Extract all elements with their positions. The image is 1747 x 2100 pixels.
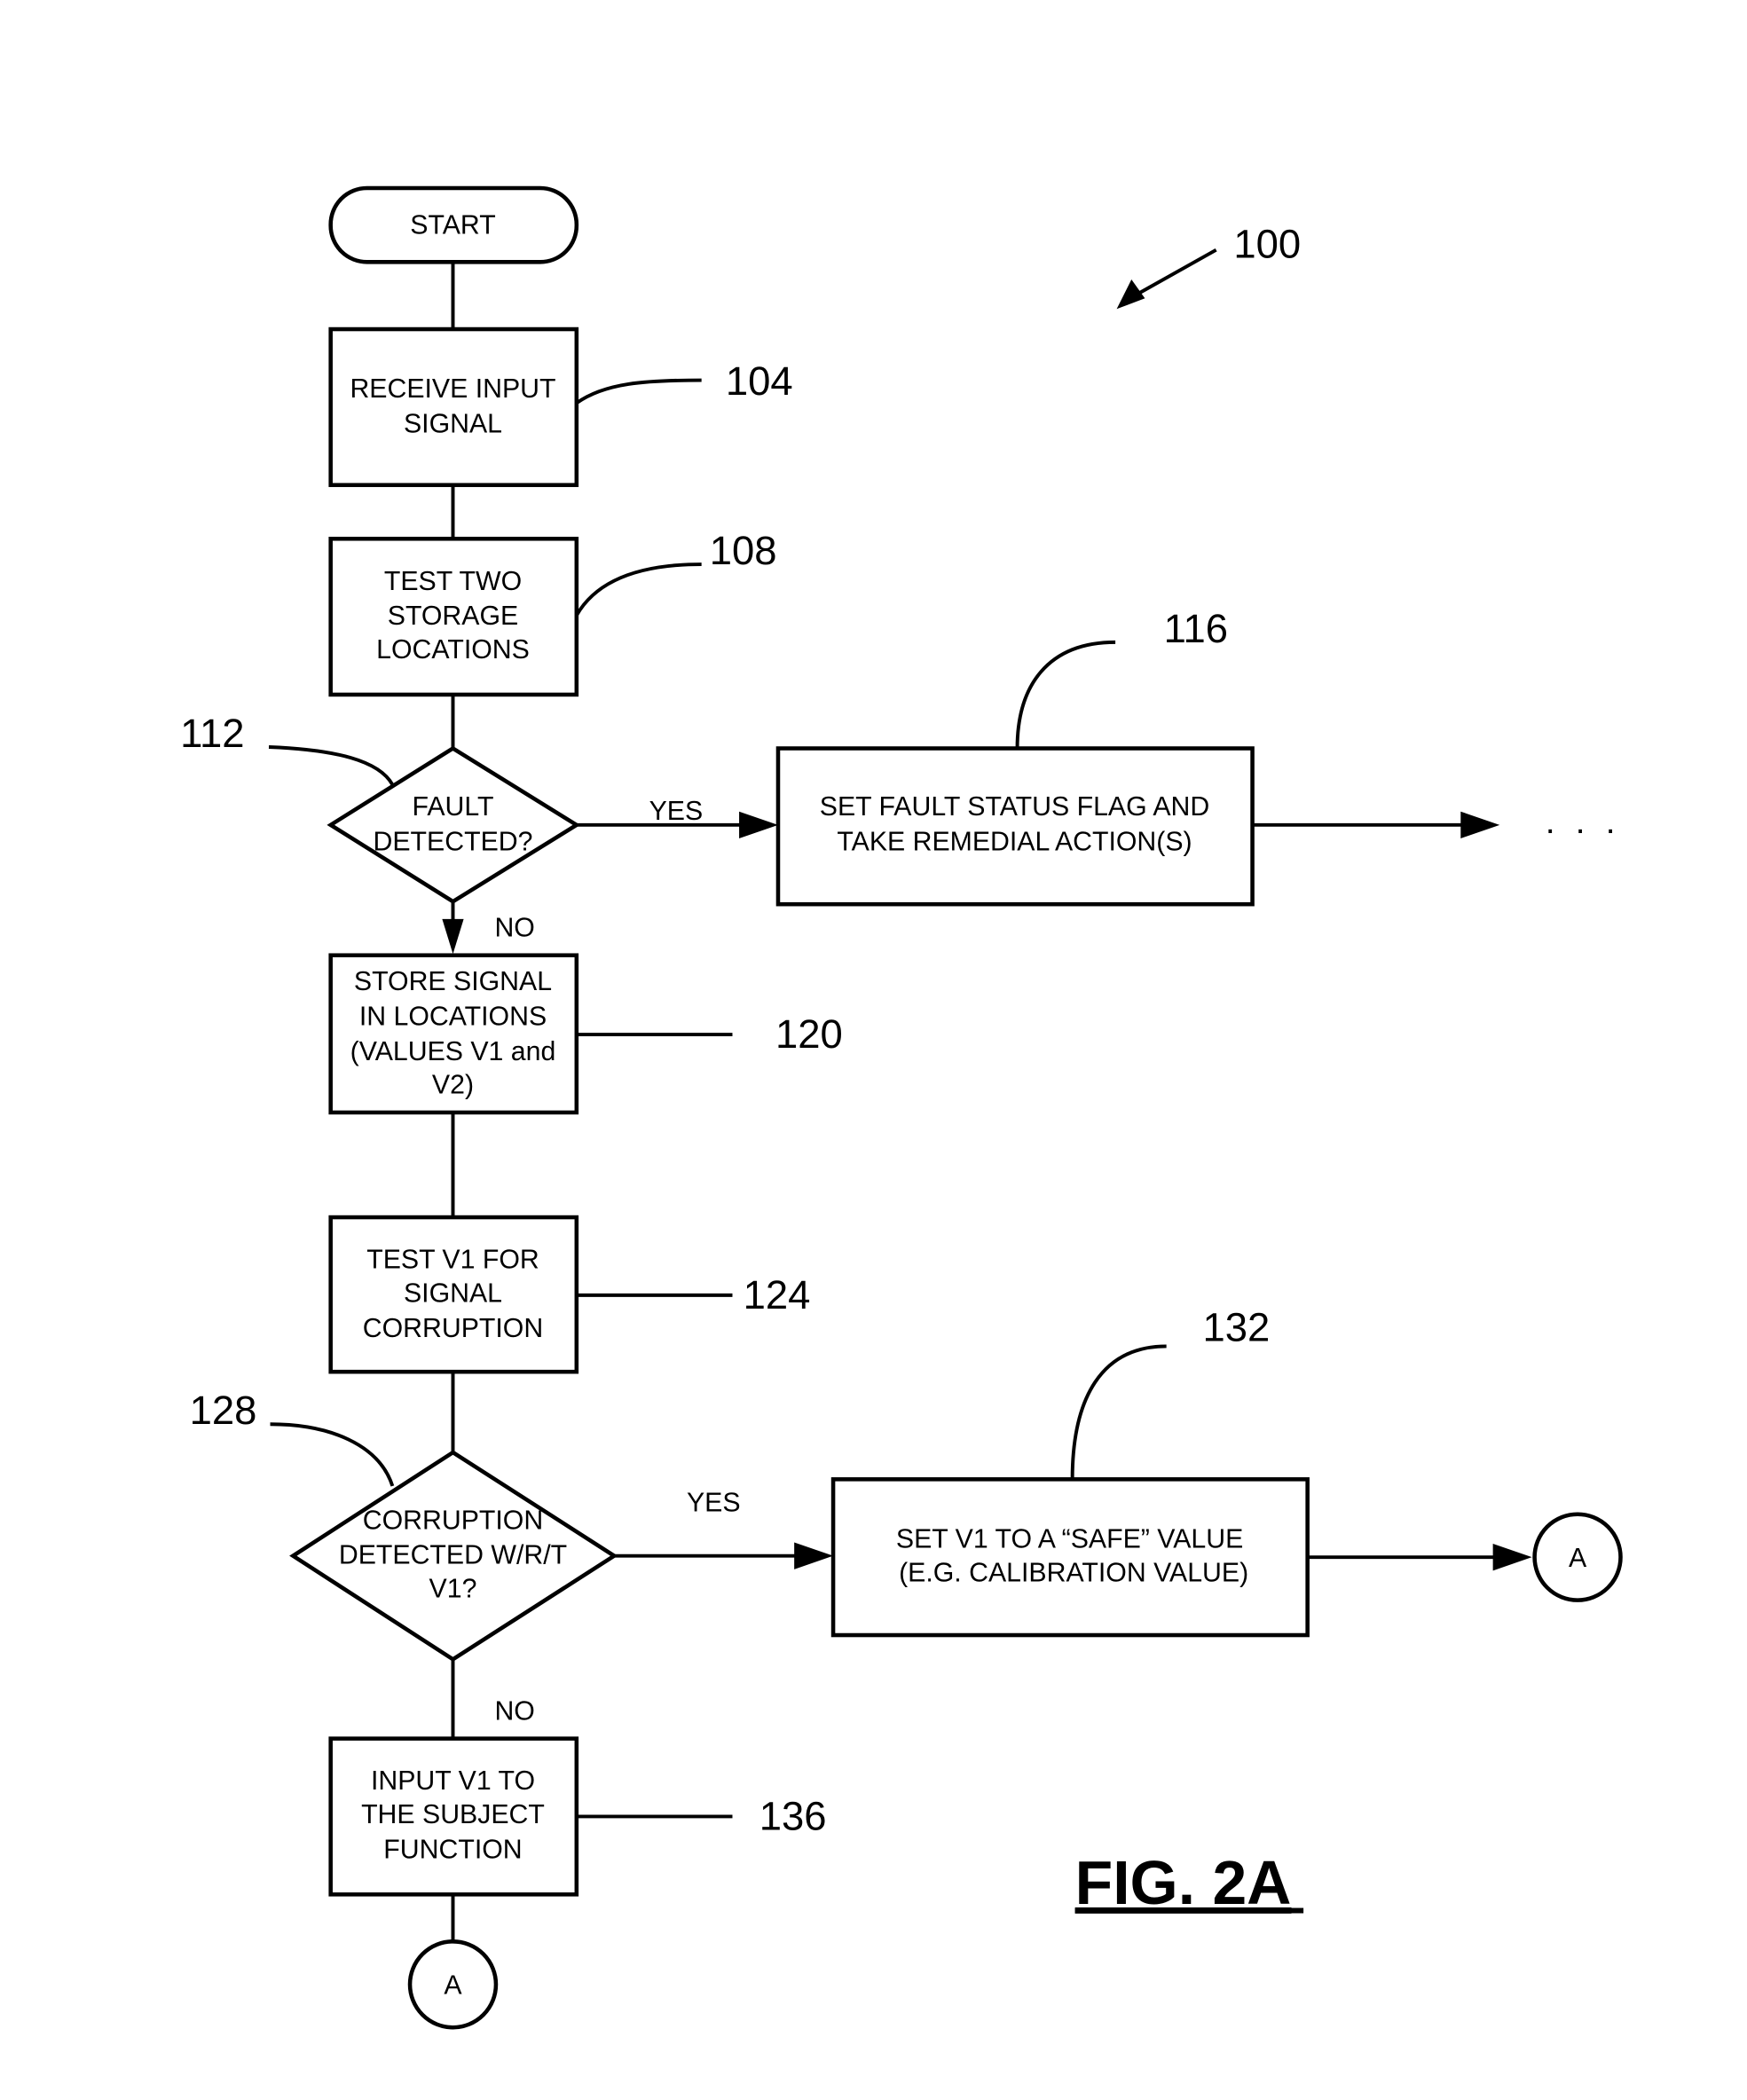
process-120-line3: (VALUES V1 and xyxy=(350,1037,556,1066)
leader-128 xyxy=(270,1422,395,1487)
process-136-line3: FUNCTION xyxy=(383,1835,522,1864)
leader-104 xyxy=(575,378,702,405)
decision-128-line3: V1? xyxy=(429,1575,477,1604)
leader-108 xyxy=(575,562,702,617)
process-116-line2: TAKE REMEDIAL ACTION(S) xyxy=(837,828,1192,857)
leader-112 xyxy=(268,745,395,786)
process-104-line1: RECEIVE INPUT xyxy=(350,374,555,404)
process-104-line2: SIGNAL xyxy=(404,410,502,439)
edge-corruption-yes-arrowhead xyxy=(794,1542,834,1569)
process-108-line3: LOCATIONS xyxy=(376,635,530,665)
figure-label: FIG. 2A xyxy=(1075,1848,1292,1917)
decision-112-line1: FAULT xyxy=(413,792,494,822)
process-124-line1: TEST V1 FOR xyxy=(366,1246,539,1275)
process-136-line2: THE SUBJECT xyxy=(361,1800,545,1829)
process-120-line1: STORE SIGNAL xyxy=(354,967,552,996)
edge-116-arrowhead xyxy=(1460,811,1500,838)
process-120-line4: V2) xyxy=(432,1071,474,1100)
decision-128-line1: CORRUPTION xyxy=(363,1506,543,1535)
process-set-v1-safe-value xyxy=(830,1477,1310,1638)
continuation-ellipsis: . . . xyxy=(1546,802,1621,841)
edge-132-arrowhead xyxy=(1492,1544,1532,1571)
process-124-line3: CORRUPTION xyxy=(363,1314,543,1343)
edge-fault-no-arrowhead xyxy=(442,918,464,955)
process-136-line1: INPUT V1 TO xyxy=(371,1766,535,1796)
figure-reference-number: 100 xyxy=(1233,222,1301,267)
ref-132: 132 xyxy=(1203,1304,1271,1349)
connector-a-bottom-label: A xyxy=(444,1970,462,2000)
edge-fault-yes-label: YES xyxy=(649,797,704,826)
edge-corruption-yes-label: YES xyxy=(687,1489,741,1518)
ref-128: 128 xyxy=(190,1388,257,1433)
process-set-fault-status-flag xyxy=(775,746,1255,907)
process-108-line2: STORAGE xyxy=(388,602,518,631)
process-108-line1: TEST TWO xyxy=(384,567,522,596)
process-124-line2: SIGNAL xyxy=(404,1278,502,1308)
ref-124: 124 xyxy=(744,1272,811,1317)
connector-a-right-label: A xyxy=(1569,1544,1587,1573)
leader-132 xyxy=(1070,1344,1167,1480)
flowchart: 100 START RECEIVE INPUT SIGNAL 104 TEST … xyxy=(180,185,1623,2030)
ref-136: 136 xyxy=(759,1794,827,1839)
decision-128-line2: DETECTED W/R/T xyxy=(339,1541,567,1570)
decision-112-line2: DETECTED? xyxy=(374,828,533,857)
ref-104: 104 xyxy=(726,358,793,404)
edge-fault-yes-arrowhead xyxy=(739,811,778,838)
edge-corruption-no-label: NO xyxy=(494,1696,534,1726)
ref-120: 120 xyxy=(775,1011,843,1057)
decision-fault-detected xyxy=(327,745,581,904)
ref-108: 108 xyxy=(710,528,777,573)
process-132-line2: (E.G. CALIBRATION VALUE) xyxy=(899,1558,1248,1587)
edge-fault-no-label: NO xyxy=(494,914,534,943)
process-receive-input-signal xyxy=(328,326,579,487)
figure-reference-arrowhead xyxy=(1116,279,1145,310)
process-120-line2: IN LOCATIONS xyxy=(359,1002,547,1031)
process-132-line1: SET V1 TO A “SAFE” VALUE xyxy=(896,1525,1243,1554)
process-116-line1: SET FAULT STATUS FLAG AND xyxy=(820,792,1210,822)
start-label: START xyxy=(410,211,495,240)
figure-reference-arrow-line xyxy=(1138,248,1217,295)
ref-116: 116 xyxy=(1164,606,1228,651)
ref-112: 112 xyxy=(180,711,244,756)
leader-116 xyxy=(1015,640,1116,749)
